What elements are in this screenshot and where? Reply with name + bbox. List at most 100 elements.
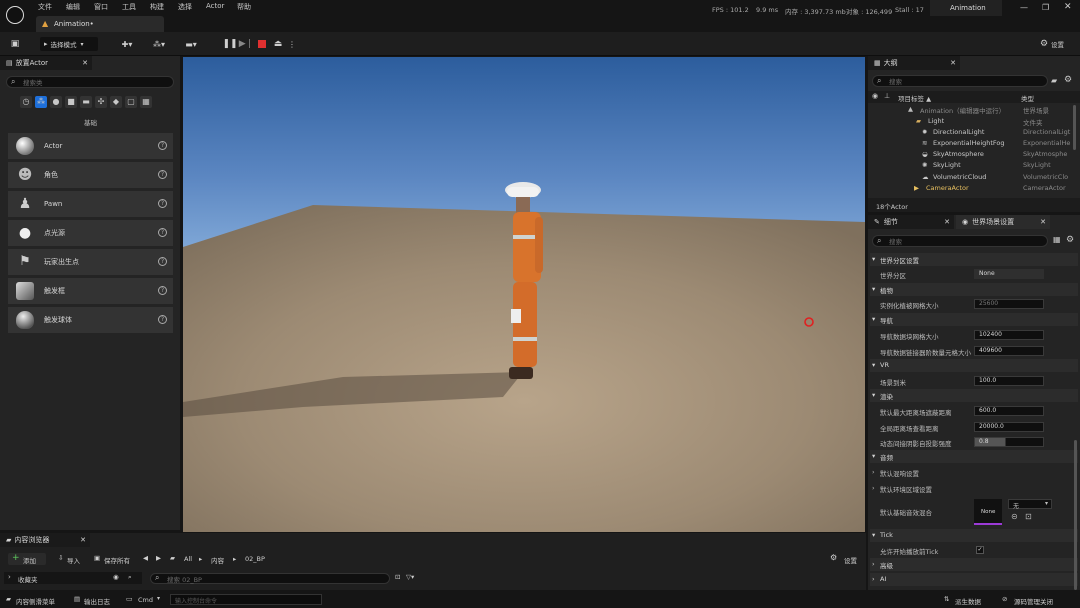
gear-icon[interactable]: ⚙ bbox=[1066, 235, 1074, 245]
section-rendering[interactable]: ▾ 渲染 bbox=[870, 389, 1078, 402]
save-all-icon[interactable]: ▣ bbox=[94, 554, 100, 562]
gear-icon[interactable]: ⚙ bbox=[1064, 75, 1072, 85]
content-drawer-icon[interactable]: ▰ bbox=[6, 595, 11, 603]
help-icon[interactable]: ? bbox=[158, 286, 167, 295]
actor-item-point-light[interactable]: ● 点光源 ? bbox=[8, 220, 173, 246]
section-tick[interactable]: ▾ Tick bbox=[870, 529, 1078, 542]
outliner-scrollbar[interactable] bbox=[1073, 105, 1076, 150]
content-search[interactable]: ⌕ 搜索 02_BP bbox=[150, 573, 390, 584]
menu-build[interactable]: 构建 bbox=[150, 2, 164, 12]
basic-category-icon[interactable]: ⁂ bbox=[35, 96, 47, 108]
help-icon[interactable]: ? bbox=[158, 315, 167, 324]
section-audio[interactable]: ▾ 音频 bbox=[870, 450, 1078, 463]
outliner-search[interactable]: ⌕ 搜索 bbox=[872, 75, 1048, 87]
details-tab[interactable]: ✎ 细节 ✕ bbox=[868, 215, 954, 229]
unreal-logo-icon[interactable] bbox=[6, 6, 24, 24]
section-foliage[interactable]: ▾ 植物 bbox=[870, 283, 1078, 296]
settings-button[interactable]: ⚙ 设置 bbox=[1030, 37, 1074, 51]
browse-icon[interactable]: ⊡ bbox=[1025, 512, 1032, 521]
maximize-icon[interactable]: ❐ bbox=[1042, 3, 1049, 12]
column-label[interactable]: 项目标签 ▲ bbox=[898, 93, 931, 103]
history-icon[interactable]: ◉ bbox=[113, 573, 119, 581]
close-tab-icon[interactable]: ✕ bbox=[944, 218, 950, 226]
folder-add-icon[interactable]: ▰ bbox=[1051, 76, 1057, 85]
help-icon[interactable]: ? bbox=[158, 170, 167, 179]
source-control-icon[interactable]: ⊘ bbox=[1002, 595, 1007, 603]
close-tab-icon[interactable]: ✕ bbox=[82, 59, 88, 67]
menu-tools[interactable]: 工具 bbox=[122, 2, 136, 12]
cmd-dropdown[interactable]: ▭ Cmd ▾ bbox=[126, 594, 166, 605]
gear-icon[interactable]: ⚙ bbox=[830, 553, 837, 562]
import-label[interactable]: 导入 bbox=[67, 555, 80, 565]
outliner-row[interactable]: ✺ SkyLight SkyLight bbox=[870, 160, 1078, 171]
details-search[interactable]: ⌕ 搜索 bbox=[872, 235, 1048, 247]
actor-item-pawn[interactable]: ♟ Pawn ? bbox=[8, 191, 173, 217]
outliner-row[interactable]: ☁ VolumetricCloud VolumetricClo bbox=[870, 172, 1078, 183]
section-advanced[interactable]: › 高级 bbox=[870, 558, 1078, 571]
import-icon[interactable]: ⇩ bbox=[58, 554, 63, 562]
filter-icon[interactable]: ▽▾ bbox=[406, 573, 414, 581]
cinematic-category-icon[interactable]: ▬ bbox=[80, 96, 92, 108]
output-log-icon[interactable]: ▤ bbox=[74, 595, 80, 603]
add-content-button[interactable]: ✚▾ bbox=[116, 37, 138, 51]
geometry-category-icon[interactable]: ◆ bbox=[110, 96, 122, 108]
tick-checkbox[interactable]: ✓ bbox=[976, 546, 984, 554]
help-icon[interactable]: ? bbox=[158, 257, 167, 266]
eject-button[interactable]: ⏏ bbox=[272, 37, 284, 51]
volumes-category-icon[interactable]: ▢ bbox=[125, 96, 137, 108]
column-type[interactable]: 类型 bbox=[1021, 93, 1034, 103]
world-settings-tab[interactable]: ◉ 世界场景设置 ✕ bbox=[956, 215, 1050, 229]
section-vr[interactable]: ▾ VR bbox=[870, 359, 1078, 372]
pin-icon[interactable]: ⊥ bbox=[884, 92, 890, 100]
visual-effects-category-icon[interactable]: ✣ bbox=[95, 96, 107, 108]
path-all[interactable]: All bbox=[184, 555, 192, 563]
content-settings-label[interactable]: 设置 bbox=[844, 555, 857, 565]
eye-icon[interactable]: ◉ bbox=[872, 92, 878, 100]
menu-help[interactable]: 帮助 bbox=[237, 2, 251, 12]
section-ai[interactable]: › AI bbox=[870, 573, 1078, 586]
outliner-row[interactable]: ✹ DirectionalLight DirectionalLigt bbox=[870, 127, 1078, 138]
console-input[interactable]: 输入控制台命令 bbox=[170, 594, 322, 605]
close-tab-icon[interactable]: ✕ bbox=[950, 59, 956, 67]
close-tab-icon[interactable]: ✕ bbox=[1040, 218, 1046, 226]
level-tab[interactable]: ▲ Animation• bbox=[36, 16, 164, 32]
shapes-category-icon[interactable]: ■ bbox=[65, 96, 77, 108]
outliner-row[interactable]: ◒ SkyAtmosphere SkyAtmosphe bbox=[870, 149, 1078, 160]
sound-mix-thumbnail[interactable]: None bbox=[974, 499, 1002, 525]
recent-category-icon[interactable]: ◷ bbox=[20, 96, 32, 108]
content-drawer-label[interactable]: 内容侧滑菜单 bbox=[16, 596, 55, 606]
path-folder[interactable]: 02_BP bbox=[245, 555, 265, 563]
menu-edit[interactable]: 编辑 bbox=[66, 2, 80, 12]
play-options-button[interactable]: ⋮ bbox=[288, 37, 296, 51]
derived-data-icon[interactable]: ⇅ bbox=[944, 595, 949, 603]
all-classes-category-icon[interactable]: ▦ bbox=[140, 96, 152, 108]
search-folder-icon[interactable]: ⌕ bbox=[128, 573, 132, 582]
output-log-label[interactable]: 输出日志 bbox=[84, 596, 110, 606]
place-actors-search[interactable]: ⌕ 搜索类 bbox=[6, 76, 174, 88]
actor-item-actor[interactable]: Actor ? bbox=[8, 133, 173, 159]
sound-mix-dropdown[interactable]: 无 ▾ bbox=[1008, 499, 1052, 510]
actor-item-trigger-box[interactable]: 触发框 ? bbox=[8, 278, 173, 304]
save-search-icon[interactable]: ⊡ bbox=[395, 573, 400, 581]
add-button[interactable]: + 添加 bbox=[8, 553, 46, 565]
stop-button[interactable] bbox=[257, 37, 267, 51]
outliner-row[interactable]: ▶ CameraActor CameraActor bbox=[870, 183, 1078, 194]
prop-default-reverb[interactable]: › 默认混响设置 bbox=[870, 465, 1078, 479]
close-tab-icon[interactable]: ✕ bbox=[80, 536, 86, 544]
path-content[interactable]: 内容 bbox=[211, 555, 224, 565]
save-icon[interactable]: ▣ bbox=[8, 37, 22, 51]
outliner-row[interactable]: ≋ ExponentialHeightFog ExponentialHe bbox=[870, 138, 1078, 149]
use-selected-icon[interactable]: ⊝ bbox=[1011, 512, 1018, 521]
menu-actor[interactable]: Actor bbox=[206, 2, 224, 10]
actor-item-player-start[interactable]: ⚑ 玩家出生点 ? bbox=[8, 249, 173, 275]
forward-icon[interactable]: ▶ bbox=[156, 554, 161, 562]
grid-view-icon[interactable]: ▦ bbox=[1053, 235, 1061, 244]
menu-select[interactable]: 选择 bbox=[178, 2, 192, 12]
help-icon[interactable]: ? bbox=[158, 228, 167, 237]
actor-item-trigger-sphere[interactable]: 触发球体 ? bbox=[8, 307, 173, 333]
outliner-row[interactable]: ▲ Animation（编辑器中运行） 世界场景 bbox=[870, 104, 1078, 115]
prop-default-ambient[interactable]: › 默认环境区域设置 bbox=[870, 481, 1078, 495]
help-icon[interactable]: ? bbox=[158, 141, 167, 150]
mode-select-button[interactable]: ▸ 选择模式 ▾ bbox=[40, 37, 98, 51]
actor-item-character[interactable]: ☻ 角色 ? bbox=[8, 162, 173, 188]
